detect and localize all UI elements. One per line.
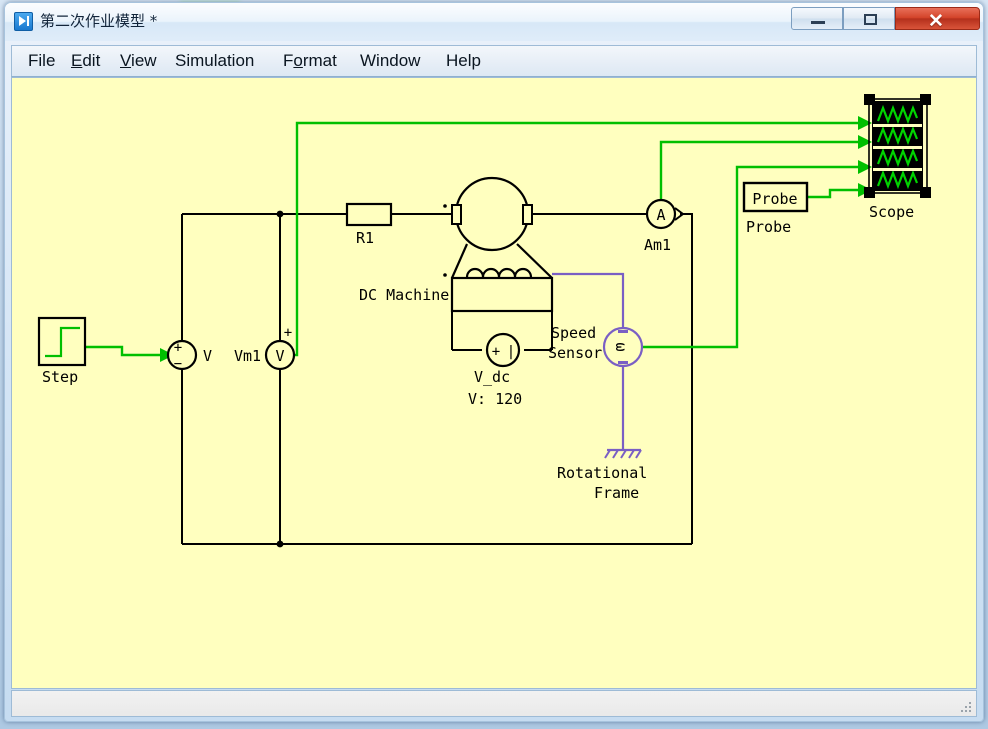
- scope-label: Scope: [869, 203, 914, 221]
- speed-sensor-label-line2: Sensor: [548, 344, 602, 362]
- menu-item-edit[interactable]: Edit: [71, 51, 100, 71]
- vm1-symbol: V: [275, 347, 284, 365]
- ground-hatch-icon: [604, 449, 642, 459]
- window-title: 第二次作业模型 *: [40, 12, 158, 30]
- menu-bar: File Edit View Simulation Format Window …: [11, 45, 977, 77]
- maximize-button[interactable]: [843, 7, 895, 30]
- menu-item-view[interactable]: View: [120, 51, 157, 71]
- block-am1-current-sensor[interactable]: A: [645, 198, 685, 230]
- vdc-plus-sign: +: [492, 344, 500, 360]
- block-r1-resistor[interactable]: [345, 202, 393, 227]
- dc-machine-label: DC Machine: [359, 286, 449, 304]
- menu-item-simulation[interactable]: Simulation: [175, 51, 254, 71]
- rotational-frame-label-line2: Frame: [594, 484, 639, 502]
- menu-label: File: [28, 51, 56, 70]
- title-bar[interactable]: 第二次作业模型 * ✕: [5, 3, 983, 41]
- block-probe[interactable]: Probe: [742, 181, 809, 213]
- close-button[interactable]: ✕: [895, 7, 980, 32]
- step-label: Step: [42, 368, 78, 386]
- block-vdc-source[interactable]: + |: [485, 332, 521, 368]
- am1-symbol: A: [656, 206, 665, 224]
- block-controlled-voltage-source[interactable]: + −: [166, 339, 198, 372]
- block-step[interactable]: [37, 316, 87, 367]
- model-window: 第二次作业模型 * ✕ File Edit View Simulation Fo…: [4, 2, 984, 722]
- vdc-name-label: V_dc: [474, 368, 510, 386]
- block-dc-machine[interactable]: [443, 176, 554, 313]
- speed-omega-symbol: ω: [612, 342, 630, 351]
- vdc-minus-sign: |: [507, 344, 515, 360]
- vm1-plus-sign: +: [284, 325, 292, 341]
- menu-item-file[interactable]: File: [28, 51, 55, 71]
- menu-label: iew: [131, 51, 157, 70]
- menu-label: Window: [360, 51, 421, 70]
- block-scope[interactable]: [864, 94, 931, 198]
- vdc-value-label: V: 120: [468, 390, 522, 408]
- vsrc-label: V: [203, 347, 212, 365]
- block-diagram: Step + − V Vm1 V + R1 DC Machine + | V_d…: [37, 94, 931, 548]
- menu-label: dit: [82, 51, 101, 70]
- menu-item-window[interactable]: Window: [360, 51, 420, 71]
- wire-junction: [276, 210, 284, 218]
- field-coil-icon: [465, 267, 533, 278]
- menu-label: Simulation: [175, 51, 255, 70]
- resize-grip-icon[interactable]: [959, 700, 973, 714]
- am1-label: Am1: [644, 236, 671, 254]
- menu-label: Help: [446, 51, 481, 70]
- r1-label: R1: [356, 229, 374, 247]
- menu-item-help[interactable]: Help: [446, 51, 481, 71]
- vm1-name-label: Vm1: [234, 347, 261, 365]
- model-canvas[interactable]: Step + − V Vm1 V + R1 DC Machine + | V_d…: [11, 77, 977, 689]
- simulink-play-icon: [14, 12, 33, 31]
- vsrc-minus-sign: −: [174, 356, 182, 372]
- maximize-icon: [864, 14, 877, 25]
- speed-sensor-label-line1: Speed: [551, 324, 596, 342]
- close-icon: ✕: [928, 11, 944, 32]
- probe-box-text: Probe: [752, 190, 797, 208]
- block-speed-sensor[interactable]: ω: [602, 326, 644, 368]
- current-direction-arrow-icon: [674, 207, 685, 221]
- block-rotational-frame[interactable]: [604, 448, 642, 459]
- menu-item-format[interactable]: Format: [283, 51, 337, 71]
- probe-label: Probe: [746, 218, 791, 236]
- menu-label: rmat: [302, 51, 337, 70]
- rotational-frame-label-line1: Rotational: [557, 464, 647, 482]
- wire-junction: [276, 540, 284, 548]
- status-bar: [11, 690, 977, 717]
- minimize-button[interactable]: [791, 7, 843, 30]
- vsrc-plus-sign: +: [174, 340, 182, 356]
- minimize-icon: [811, 21, 825, 24]
